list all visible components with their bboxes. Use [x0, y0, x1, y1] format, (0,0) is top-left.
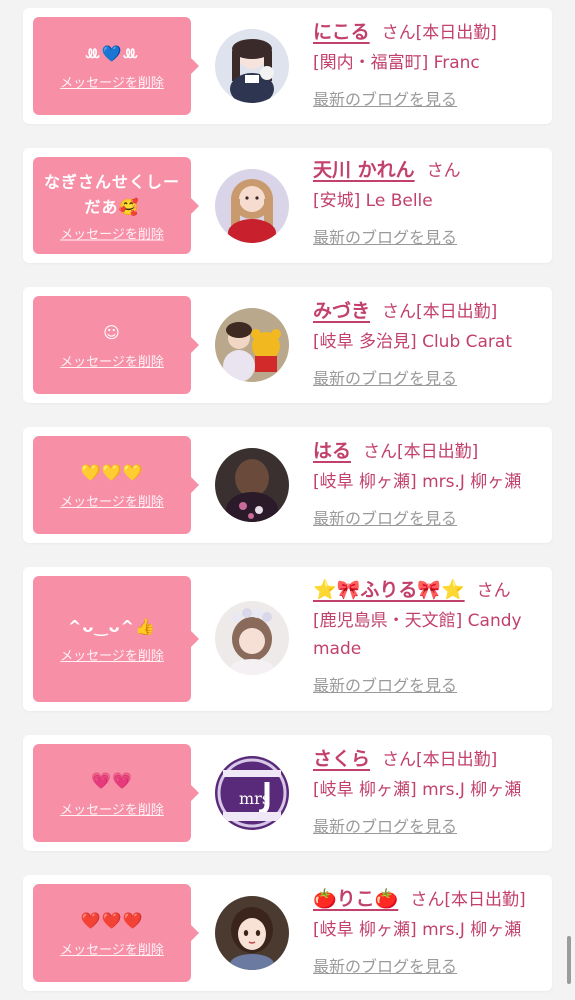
girl-face-mask-icon	[215, 29, 289, 103]
profile-info: はる さん[本日出勤] [岐阜 柳ヶ瀬] mrs.J 柳ヶ瀬 最新のブログを見る	[313, 437, 544, 529]
message-text: ^ᴗ‿ᴗ^👍	[68, 617, 156, 636]
message-bubble: ❤️❤️❤️ メッセージを削除	[33, 884, 199, 982]
honorific: さん	[410, 890, 445, 910]
profile-info: ⭐🎀ふりる🎀⭐ さん [鹿児島県・天文館] Candy made 最新のブログを見…	[313, 576, 544, 696]
message-bubble: ꔛ💙ꔛ メッセージを削除	[33, 17, 199, 115]
anime-girl-icon	[215, 896, 289, 970]
profile-info: 天川 かれん さん [安城] Le Belle 最新のブログを見る	[313, 156, 544, 248]
attendance-status: [本日出勤]	[444, 890, 526, 910]
attendance-status: [本日出勤]	[416, 302, 498, 322]
profile-info: にこる さん[本日出勤] [関内・福富町] Franc 最新のブログを見る	[313, 18, 544, 110]
message-text: なぎさんせくしーだあ🥰	[43, 172, 180, 216]
message-bubble: ☺︎ メッセージを削除	[33, 296, 199, 394]
shop-info: [岐阜 柳ヶ瀬] mrs.J 柳ヶ瀬	[313, 780, 522, 800]
blonde-girl-icon	[215, 169, 289, 243]
message-text: 💛💛💛	[80, 463, 144, 482]
delete-message-link[interactable]: メッセージを削除	[33, 799, 191, 818]
avatar[interactable]	[215, 601, 289, 675]
message-bubble: 💛💛💛 メッセージを削除	[33, 436, 199, 534]
honorific: さん	[426, 161, 461, 181]
cast-name-link[interactable]: ⭐🎀ふりる🎀⭐	[313, 579, 465, 601]
message-text: ꔛ💙ꔛ	[84, 44, 140, 63]
shop-info: [岐阜 柳ヶ瀬] mrs.J 柳ヶ瀬	[313, 472, 522, 492]
girl-with-bear-icon	[215, 308, 289, 382]
cast-name-link[interactable]: はる	[313, 440, 351, 462]
latest-blog-link[interactable]: 最新のブログを見る	[313, 672, 457, 696]
list-item: ^ᴗ‿ᴗ^👍 メッセージを削除 ⭐🎀ふりる🎀⭐ さん [鹿児島県・天文館] Can…	[23, 567, 552, 711]
latest-blog-link[interactable]: 最新のブログを見る	[313, 505, 457, 529]
message-text: 💗💗	[91, 771, 133, 790]
profile-info: 🍅りこ🍅 さん[本日出勤] [岐阜 柳ヶ瀬] mrs.J 柳ヶ瀬 最新のブログを見…	[313, 885, 544, 977]
cast-name-link[interactable]: にこる	[313, 21, 370, 43]
profile-info: みづき さん[本日出勤] [岐阜 多治見] Club Carat 最新のブログを見…	[313, 297, 544, 389]
delete-message-link[interactable]: メッセージを削除	[33, 491, 191, 510]
message-text: ☺︎	[103, 323, 121, 342]
message-bubble: 💗💗 メッセージを削除	[33, 744, 199, 842]
delete-message-link[interactable]: メッセージを削除	[33, 223, 191, 242]
shop-info: [関内・福富町] Franc	[313, 53, 480, 73]
shop-info: [鹿児島県・天文館] Candy made	[313, 611, 522, 659]
honorific: さん	[381, 23, 416, 43]
delete-message-link[interactable]: メッセージを削除	[33, 351, 191, 370]
honorific: さん	[476, 581, 511, 601]
latest-blog-link[interactable]: 最新のブログを見る	[313, 953, 457, 977]
cast-name-link[interactable]: みづき	[313, 300, 370, 322]
shop-info: [岐阜 多治見] Club Carat	[313, 332, 512, 352]
list-item: 💗💗 メッセージを削除 mrs さくら さん[本日出勤] [岐阜 柳ヶ瀬] mrs…	[23, 735, 552, 851]
honorific: さん	[363, 442, 398, 462]
honorific: さん	[382, 750, 417, 770]
list-item: ꔛ💙ꔛ メッセージを削除 にこる さん[本日出勤] [関内・福富町] Franc …	[23, 8, 552, 124]
avatar[interactable]: mrs	[215, 756, 289, 830]
girl-back-view-icon	[215, 448, 289, 522]
mrs-j-logo-icon: mrs	[215, 756, 289, 830]
avatar[interactable]	[215, 448, 289, 522]
latest-blog-link[interactable]: 最新のブログを見る	[313, 224, 457, 248]
avatar[interactable]	[215, 29, 289, 103]
avatar[interactable]	[215, 896, 289, 970]
profile-info: さくら さん[本日出勤] [岐阜 柳ヶ瀬] mrs.J 柳ヶ瀬 最新のブログを見る	[313, 745, 544, 837]
message-text: ❤️❤️❤️	[80, 911, 144, 930]
attendance-status: [本日出勤]	[397, 442, 479, 462]
latest-blog-link[interactable]: 最新のブログを見る	[313, 813, 457, 837]
delete-message-link[interactable]: メッセージを削除	[33, 72, 191, 91]
honorific: さん	[382, 302, 417, 322]
list-item: 💛💛💛 メッセージを削除 はる さん[本日出勤] [岐阜 柳ヶ瀬] mrs.J 柳…	[23, 427, 552, 543]
latest-blog-link[interactable]: 最新のブログを見る	[313, 365, 457, 389]
list-item: ❤️❤️❤️ メッセージを削除 🍅りこ🍅 さん[本日出勤] [岐阜 柳ヶ瀬] mr…	[23, 875, 552, 991]
avatar[interactable]	[215, 169, 289, 243]
message-bubble: なぎさんせくしーだあ🥰 メッセージを削除	[33, 157, 199, 254]
message-bubble: ^ᴗ‿ᴗ^👍 メッセージを削除	[33, 576, 199, 702]
avatar[interactable]	[215, 308, 289, 382]
scrollbar[interactable]	[567, 936, 571, 984]
delete-message-link[interactable]: メッセージを削除	[33, 939, 191, 958]
attendance-status: [本日出勤]	[415, 23, 497, 43]
cast-name-link[interactable]: さくら	[313, 748, 370, 770]
cast-name-link[interactable]: 🍅りこ🍅	[313, 888, 398, 910]
latest-blog-link[interactable]: 最新のブログを見る	[313, 86, 457, 110]
shop-info: [岐阜 柳ヶ瀬] mrs.J 柳ヶ瀬	[313, 920, 522, 940]
girl-flower-crown-icon	[215, 601, 289, 675]
attendance-status: [本日出勤]	[416, 750, 498, 770]
cast-name-link[interactable]: 天川 かれん	[313, 159, 415, 181]
shop-info: [安城] Le Belle	[313, 191, 433, 211]
list-item: なぎさんせくしーだあ🥰 メッセージを削除 天川 かれん さん [安城] Le Be…	[23, 148, 552, 263]
list-item: ☺︎ メッセージを削除 みづき さん[本日出勤] [岐阜 多治見] Club Ca…	[23, 287, 552, 403]
message-list: ꔛ💙ꔛ メッセージを削除 にこる さん[本日出勤] [関内・福富町] Franc …	[0, 0, 575, 1000]
delete-message-link[interactable]: メッセージを削除	[33, 645, 191, 664]
